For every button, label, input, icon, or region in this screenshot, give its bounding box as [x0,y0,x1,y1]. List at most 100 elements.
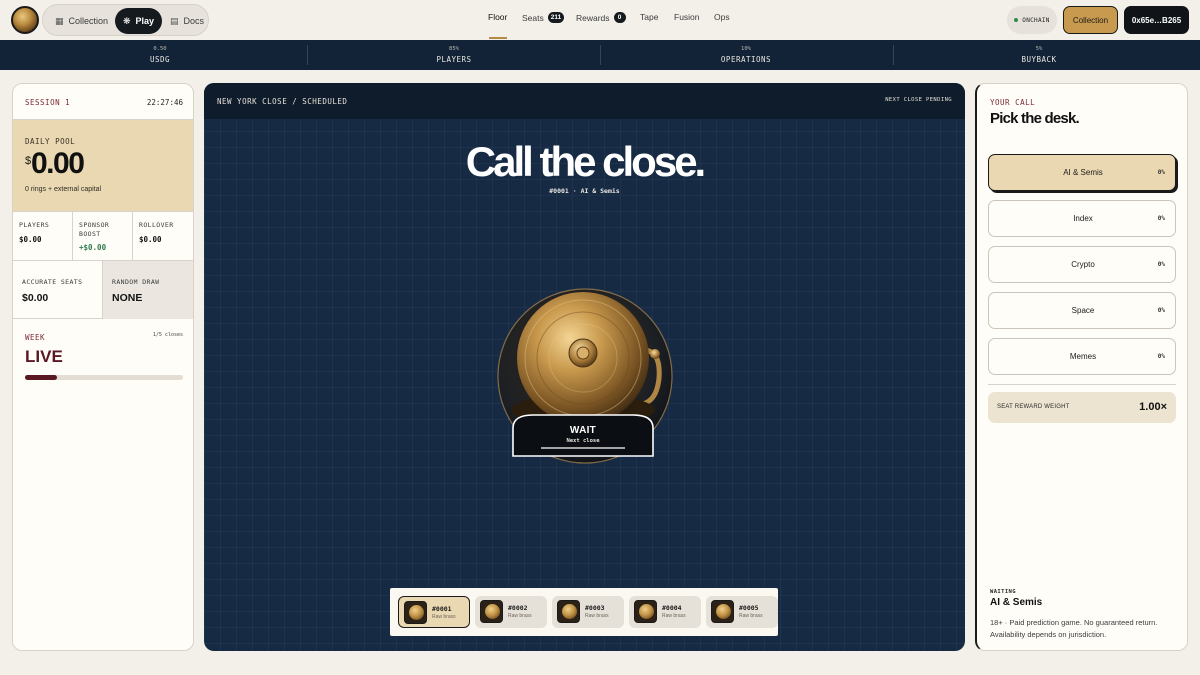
sponsor-boost-cell: SPONSOR BOOST +$0.00 [73,212,133,261]
status-dot-icon [1014,18,1019,22]
onchain-label: ONCHAIN [1022,16,1050,24]
ticket-finish: Raw brass [508,613,532,619]
docs-icon: ▤ [170,15,179,26]
nav-pill-label: Collection [68,16,109,26]
bell-button[interactable]: WAIT Next close [497,288,673,464]
stage-subhead: #0001 · AI & Semis [549,187,620,195]
panel-divider [988,384,1176,385]
accurate-seats-label: ACCURATE SEATS [22,278,83,286]
desk-option-name: Memes [1069,352,1097,361]
random-draw-cell: RANDOM DRAW NONE [103,261,193,319]
stat-operations: 10% OPERATIONS [646,40,846,70]
players-cell: PLAYERS $0.00 [13,212,73,261]
stat-divider [307,45,308,65]
ticket-id: #0002 [508,604,528,612]
desk-option-share: 0% [1157,307,1165,314]
desk-option-crypto[interactable]: Crypto 0% [988,246,1176,283]
desk-option-index[interactable]: Index 0% [988,200,1176,237]
bell-ticket-0005[interactable]: #0005 Raw brass [706,596,778,628]
ticket-finish: Raw brass [432,614,456,620]
bell-state-label: WAIT [570,425,596,436]
bell-thumbnail-icon [480,600,503,623]
stage-status: NEXT CLOSE PENDING [885,97,952,103]
desk-option-memes[interactable]: Memes 0% [988,338,1176,375]
nav-link-seats[interactable]: Seats 211 [522,12,565,23]
accurate-seats-cell: ACCURATE SEATS $0.00 [13,261,103,319]
ticket-id: #0003 [585,604,605,612]
collection-button[interactable]: Collection [1063,6,1118,34]
stat-label: BUYBACK [1021,55,1057,64]
nav-pill-play[interactable]: ❋ Play [115,8,163,34]
desk-option-share: 0% [1157,169,1165,176]
desk-option-share: 0% [1157,353,1165,360]
bell-ticket-0002[interactable]: #0002 Raw brass [475,596,547,628]
stat-value: 0.50 [153,46,167,52]
legal-disclaimer: 18+ · Paid prediction game. No guarantee… [990,618,1158,639]
bell-thumbnail-icon [557,600,580,623]
nav-link-ops[interactable]: Ops [714,12,730,22]
desk-option-name: Index [1073,214,1093,223]
top-nav: ▦ Collection ❋ Play ▤ Docs Floor Seats 2… [0,0,1200,40]
sponsor-boost-label: SPONSOR BOOST [79,221,109,239]
stage-headline: Call the close. [465,138,706,185]
nav-link-fusion[interactable]: Fusion [674,12,700,22]
stat-label: OPERATIONS [720,55,772,64]
stat-value: 10% [741,46,751,52]
players-value: $0.00 [19,235,42,244]
nav-pill-collection[interactable]: ▦ Collection [47,8,116,34]
desk-picker-panel: YOUR CALL Pick the desk. AI & Semis 0% I… [975,83,1188,651]
week-progress-card: WEEK 1/5 closes LIVE [13,319,193,399]
nav-pill-label: Play [135,16,155,26]
nav-link-label: Tape [640,12,659,22]
stat-divider [893,45,894,65]
onchain-status[interactable]: ONCHAIN [1007,6,1057,34]
stat-value: 5% [1035,46,1043,52]
bell-logo-icon[interactable] [11,6,39,34]
week-close-count: 1/5 closes [152,332,183,338]
payout-split: ACCURATE SEATS $0.00 RANDOM DRAW NONE [13,261,193,319]
nav-link-rewards[interactable]: Rewards 0 [576,12,626,23]
desk-option-share: 0% [1157,261,1165,268]
desk-option-space[interactable]: Space 0% [988,292,1176,329]
waiting-label: WAITING [990,589,1016,595]
desk-option-ai-semis[interactable]: AI & Semis 0% [988,154,1176,191]
nav-link-floor[interactable]: Floor [488,12,507,22]
nav-pill-label: Docs [183,16,205,26]
desk-option-name: Crypto [1071,260,1095,269]
bell-collection-tray: #0001 Raw brass #0002 Raw brass #0003 Ra… [390,588,778,636]
week-progress-fill [25,375,57,380]
session-clock: 22:27:46 [146,98,183,107]
stage-header: NEW YORK CLOSE / SCHEDULED NEXT CLOSE PE… [204,83,965,119]
ticket-finish: Raw brass [585,613,609,619]
bell-state-sublabel: Next close [566,438,600,444]
sparkle-icon: ❋ [123,15,131,26]
ticket-finish: Raw brass [662,613,686,619]
ticket-id: #0004 [662,604,682,612]
stat-label: PLAYERS [436,55,472,64]
sponsor-label-line2: BOOST [79,230,101,238]
bell-thumbnail-icon [711,600,734,623]
ticket-finish: Raw brass [739,613,763,619]
rollover-cell: ROLLOVER $0.00 [133,212,193,261]
session-label: SESSION 1 [25,98,71,107]
nav-link-tape[interactable]: Tape [640,12,658,22]
stage-title: NEW YORK CLOSE / SCHEDULED [217,97,348,106]
sponsor-boost-value: +$0.00 [79,243,107,252]
random-draw-label: RANDOM DRAW [112,278,160,286]
desk-picker-title: Pick the desk. [990,110,1080,127]
stat-players: 85% PLAYERS [354,40,554,70]
nav-pill-docs[interactable]: ▤ Docs [162,8,212,34]
nav-link-label: Rewards [576,12,610,23]
seat-reward-weight: SEAT REWARD WEIGHT 1.00× [988,392,1176,423]
bell-ticket-0004[interactable]: #0004 Raw brass [629,596,701,628]
nav-link-label: Fusion [674,12,700,22]
bell-thumbnail-icon [404,601,427,624]
nav-link-label: Seats [522,12,544,23]
wallet-button[interactable]: 0x65e…B265 [1124,6,1189,34]
desk-option-name: Space [1071,306,1095,315]
week-status: LIVE [25,347,63,366]
bell-ticket-0001[interactable]: #0001 Raw brass [398,596,470,628]
bell-ticket-0003[interactable]: #0003 Raw brass [552,596,624,628]
current-pick: AI & Semis [990,597,1043,608]
stat-divider [600,45,601,65]
